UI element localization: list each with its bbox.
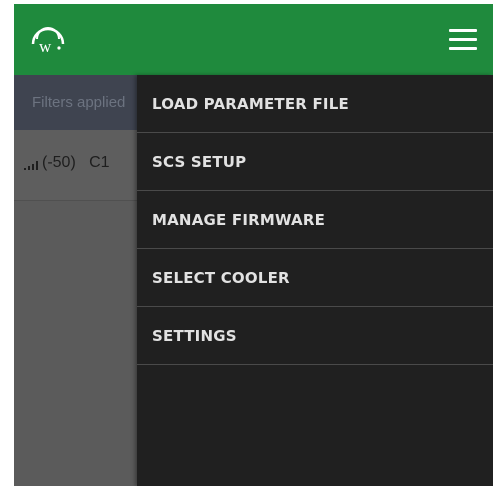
device-rssi-name: (-50) C1 xyxy=(42,154,110,171)
menu-item-select-cooler[interactable]: SELECT COOLER xyxy=(137,249,493,307)
svg-text:w: w xyxy=(39,37,52,56)
hamburger-menu-button[interactable] xyxy=(445,24,481,54)
w-logo-icon[interactable]: w xyxy=(28,22,68,58)
menu-item-scs-setup[interactable]: SCS SETUP xyxy=(137,133,493,191)
navigation-drawer: LOAD PARAMETER FILE SCS SETUP MANAGE FIR… xyxy=(137,75,493,486)
app-bar: w xyxy=(14,4,493,75)
filters-applied-label: Filters applied xyxy=(32,94,126,111)
menu-item-manage-firmware[interactable]: MANAGE FIRMWARE xyxy=(137,191,493,249)
hamburger-menu-icon xyxy=(449,28,477,32)
app-window: w Filters applied (-50) C1 LOAD PARAMETE… xyxy=(14,4,493,486)
menu-item-settings[interactable]: SETTINGS xyxy=(137,307,493,365)
menu-item-load-parameter-file[interactable]: LOAD PARAMETER FILE xyxy=(137,75,493,133)
signal-strength-icon xyxy=(24,161,38,170)
